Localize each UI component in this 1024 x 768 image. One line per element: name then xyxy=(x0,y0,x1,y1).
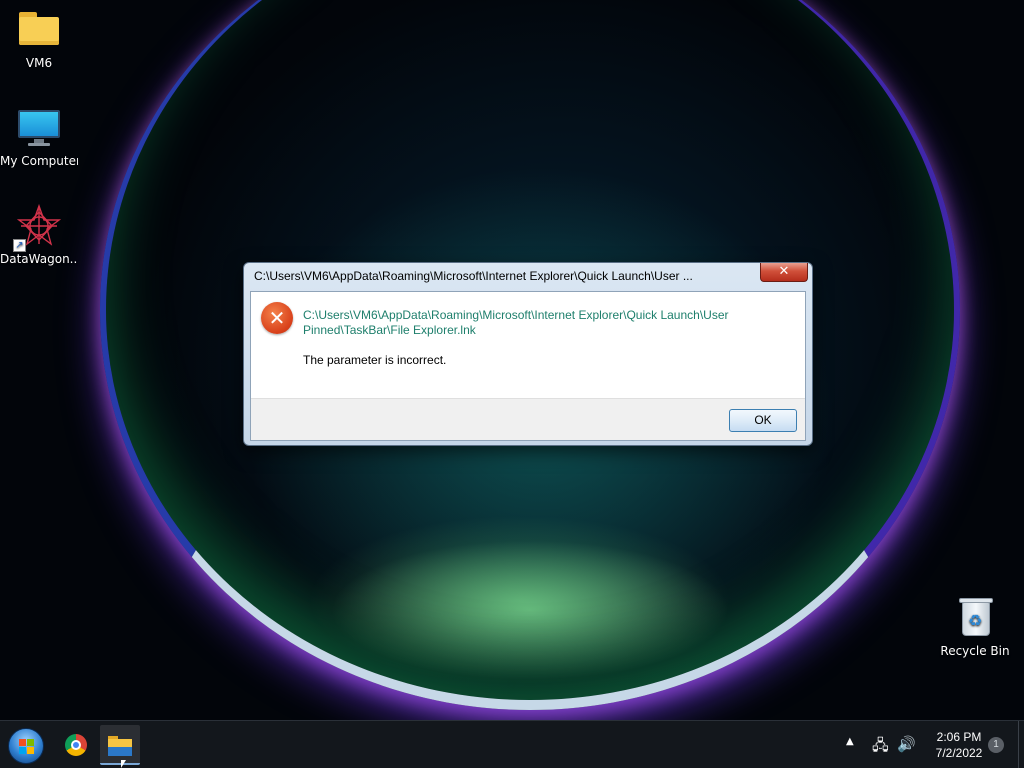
error-message: The parameter is incorrect. xyxy=(303,353,447,367)
show-desktop-button[interactable] xyxy=(1018,721,1024,768)
computer-icon xyxy=(17,106,61,150)
volume-icon[interactable]: 🔊 xyxy=(897,735,916,753)
dialog-footer: OK xyxy=(251,398,805,440)
desktop-icon-label: Recycle Bin xyxy=(940,644,1010,658)
desktop-icon-my-computer[interactable]: My Computer xyxy=(0,106,78,168)
taskbar-chrome-button[interactable] xyxy=(56,725,96,765)
mouse-cursor xyxy=(121,760,126,768)
ok-button[interactable]: OK xyxy=(729,409,797,432)
recycle-bin-icon: ♻ xyxy=(953,596,997,640)
desktop-icon-datawagon[interactable]: ↗ DataWagon... xyxy=(0,204,78,266)
clock-time: 2:06 PM xyxy=(936,730,982,744)
windows-start-icon xyxy=(19,739,35,755)
desktop-icon-recycle-bin[interactable]: ♻ Recycle Bin xyxy=(936,596,1014,658)
datawagon-icon: ↗ xyxy=(13,204,61,252)
desktop-icon-label: My Computer xyxy=(0,154,78,168)
dialog-title: C:\Users\VM6\AppData\Roaming\Microsoft\I… xyxy=(254,269,693,283)
clock-date: 7/2/2022 xyxy=(935,746,983,760)
taskbar: ▲ 🖧 🔊 2:06 PM 7/2/2022 1 xyxy=(0,720,1024,768)
dialog-titlebar[interactable]: C:\Users\VM6\AppData\Roaming\Microsoft\I… xyxy=(244,263,812,291)
desktop-icon-label: VM6 xyxy=(25,56,53,70)
error-path: C:\Users\VM6\AppData\Roaming\Microsoft\I… xyxy=(303,308,763,338)
error-dialog: C:\Users\VM6\AppData\Roaming\Microsoft\I… xyxy=(243,262,813,446)
desktop-icon-vm6[interactable]: VM6 xyxy=(0,8,78,70)
close-button[interactable]: ✕ xyxy=(760,263,808,282)
error-path-line: C:\Users\VM6\AppData\Roaming\Microsoft\I… xyxy=(303,308,729,322)
taskbar-file-explorer-button[interactable] xyxy=(100,725,140,765)
network-icon[interactable]: 🖧 xyxy=(872,735,889,760)
error-icon: ✕ xyxy=(261,302,293,334)
notification-badge[interactable]: 1 xyxy=(988,737,1004,753)
chrome-icon xyxy=(65,734,87,756)
show-hidden-icons-button[interactable]: ▲ xyxy=(846,736,854,747)
dialog-content: ✕ C:\Users\VM6\AppData\Roaming\Microsoft… xyxy=(250,291,806,441)
clock[interactable]: 2:06 PM 7/2/2022 xyxy=(925,729,993,761)
desktop-icon-label: DataWagon... xyxy=(0,252,78,266)
error-path-line: Pinned\TaskBar\File Explorer.lnk xyxy=(303,323,476,337)
shortcut-arrow-icon: ↗ xyxy=(13,239,26,252)
start-button[interactable] xyxy=(8,728,44,764)
folder-icon xyxy=(17,8,61,52)
